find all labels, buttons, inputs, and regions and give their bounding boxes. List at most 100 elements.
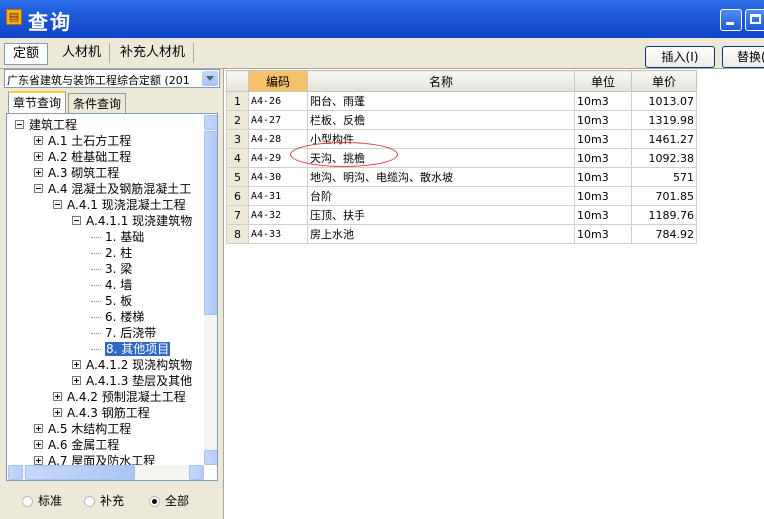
radio-supplement-icon[interactable]: [84, 496, 95, 507]
tree-item[interactable]: 1. 基础: [91, 229, 144, 245]
row-number[interactable]: 6: [226, 186, 249, 206]
cell-price[interactable]: 1013.07: [631, 91, 697, 111]
column-header-name[interactable]: 名称: [307, 70, 575, 92]
cell-code[interactable]: A4-28: [248, 129, 308, 149]
radio-standard[interactable]: 标准: [22, 492, 62, 509]
expand-icon[interactable]: [34, 152, 43, 161]
scroll-left-icon[interactable]: [8, 465, 23, 480]
tree-item[interactable]: A.4.1.3 垫层及其他: [72, 373, 192, 389]
tree-item[interactable]: 6. 楼梯: [91, 309, 144, 325]
cell-name[interactable]: 台阶: [307, 186, 575, 206]
cell-unit[interactable]: 10m3: [574, 148, 632, 168]
tab-materials[interactable]: 人材机: [54, 43, 111, 63]
expand-icon[interactable]: [34, 424, 43, 433]
cell-name[interactable]: 房上水池: [307, 224, 575, 244]
insert-button[interactable]: 插入(I): [645, 46, 715, 68]
table-row[interactable]: 2 A4-27 栏板、反檐 10m3 1319.98: [226, 110, 697, 130]
tree-item[interactable]: 建筑工程: [15, 117, 77, 133]
table-row[interactable]: 1 A4-26 阳台、雨蓬 10m3 1013.07: [226, 91, 697, 111]
cell-unit[interactable]: 10m3: [574, 224, 632, 244]
cell-code[interactable]: A4-33: [248, 224, 308, 244]
tab-quota[interactable]: 定额: [4, 43, 49, 65]
cell-unit[interactable]: 10m3: [574, 205, 632, 225]
cell-price[interactable]: 701.85: [631, 186, 697, 206]
cell-name[interactable]: 压顶、扶手: [307, 205, 575, 225]
tree-item[interactable]: 2. 柱: [91, 245, 132, 261]
cell-name[interactable]: 地沟、明沟、电缆沟、散水坡: [307, 167, 575, 187]
radio-standard-icon[interactable]: [22, 496, 33, 507]
expand-icon[interactable]: [72, 360, 81, 369]
chevron-down-icon[interactable]: [202, 71, 218, 86]
radio-all-icon[interactable]: [149, 496, 160, 507]
tree-item[interactable]: 3. 梁: [91, 261, 132, 277]
cell-unit[interactable]: 10m3: [574, 186, 632, 206]
maximize-button[interactable]: [745, 9, 764, 31]
cell-name[interactable]: 栏板、反檐: [307, 110, 575, 130]
collapse-icon[interactable]: [72, 216, 81, 225]
tree-item[interactable]: 5. 板: [91, 293, 132, 309]
cell-code[interactable]: A4-32: [248, 205, 308, 225]
tree-item[interactable]: A.4.2 预制混凝土工程: [53, 389, 186, 405]
scroll-down-icon[interactable]: [204, 450, 217, 465]
row-number[interactable]: 3: [226, 129, 249, 149]
tab-chapter-query[interactable]: 章节查询: [8, 91, 67, 115]
table-row[interactable]: 7 A4-32 压顶、扶手 10m3 1189.76: [226, 205, 697, 225]
tree-item[interactable]: A.4.1.1 现浇建筑物: [72, 213, 192, 229]
minimize-button[interactable]: [720, 9, 742, 31]
expand-icon[interactable]: [34, 136, 43, 145]
radio-supplement[interactable]: 补充: [84, 492, 124, 509]
expand-icon[interactable]: [34, 456, 43, 465]
tab-supplementary-materials[interactable]: 补充人材机: [112, 43, 195, 63]
tree-item[interactable]: 7. 后浇带: [91, 325, 156, 341]
tree-item[interactable]: A.1 土石方工程: [34, 133, 131, 149]
table-row[interactable]: 5 A4-30 地沟、明沟、电缆沟、散水坡 10m3 571: [226, 167, 697, 187]
column-header-price[interactable]: 单价: [631, 70, 697, 92]
cell-code[interactable]: A4-27: [248, 110, 308, 130]
cell-unit[interactable]: 10m3: [574, 110, 632, 130]
expand-icon[interactable]: [34, 168, 43, 177]
cell-unit[interactable]: 10m3: [574, 129, 632, 149]
cell-price[interactable]: 1092.38: [631, 148, 697, 168]
tree-item[interactable]: A.4.3 钢筋工程: [53, 405, 150, 421]
expand-icon[interactable]: [53, 392, 62, 401]
table-row[interactable]: 3 A4-28 小型构件 10m3 1461.27: [226, 129, 697, 149]
cell-code[interactable]: A4-30: [248, 167, 308, 187]
h-scrollbar-thumb[interactable]: [25, 465, 135, 480]
column-header-unit[interactable]: 单位: [574, 70, 632, 92]
scroll-up-icon[interactable]: [204, 115, 217, 130]
cell-price[interactable]: 1461.27: [631, 129, 697, 149]
table-row[interactable]: 8 A4-33 房上水池 10m3 784.92: [226, 224, 697, 244]
tree-item[interactable]: A.6 金属工程: [34, 437, 119, 453]
collapse-icon[interactable]: [53, 200, 62, 209]
row-number[interactable]: 7: [226, 205, 249, 225]
cell-price[interactable]: 1189.76: [631, 205, 697, 225]
column-header-code[interactable]: 编码: [248, 70, 308, 92]
expand-icon[interactable]: [34, 440, 43, 449]
scroll-right-icon[interactable]: [189, 465, 204, 480]
cell-price[interactable]: 1319.98: [631, 110, 697, 130]
tree-horizontal-scrollbar[interactable]: [8, 465, 204, 480]
cell-code[interactable]: A4-31: [248, 186, 308, 206]
tree-vertical-scrollbar[interactable]: [204, 115, 217, 465]
tree-item[interactable]: A.4 混凝土及钢筋混凝土工: [34, 181, 191, 197]
tree-item[interactable]: A.3 砌筑工程: [34, 165, 119, 181]
collapse-icon[interactable]: [15, 120, 24, 129]
replace-button[interactable]: 替换(: [722, 46, 764, 68]
tree-item[interactable]: A.4.1 现浇混凝土工程: [53, 197, 186, 213]
tree-item[interactable]: A.4.1.2 现浇构筑物: [72, 357, 192, 373]
row-number[interactable]: 4: [226, 148, 249, 168]
table-row[interactable]: 6 A4-31 台阶 10m3 701.85: [226, 186, 697, 206]
cell-unit[interactable]: 10m3: [574, 91, 632, 111]
collapse-icon[interactable]: [34, 184, 43, 193]
expand-icon[interactable]: [53, 408, 62, 417]
cell-price[interactable]: 571: [631, 167, 697, 187]
cell-unit[interactable]: 10m3: [574, 167, 632, 187]
scrollbar-thumb[interactable]: [204, 131, 217, 315]
row-number[interactable]: 5: [226, 167, 249, 187]
row-number[interactable]: 8: [226, 224, 249, 244]
tree-item[interactable]: 8. 其他项目: [91, 341, 171, 357]
expand-icon[interactable]: [72, 376, 81, 385]
tree-item[interactable]: 4. 墙: [91, 277, 132, 293]
cell-price[interactable]: 784.92: [631, 224, 697, 244]
tree-item[interactable]: A.5 木结构工程: [34, 421, 131, 437]
